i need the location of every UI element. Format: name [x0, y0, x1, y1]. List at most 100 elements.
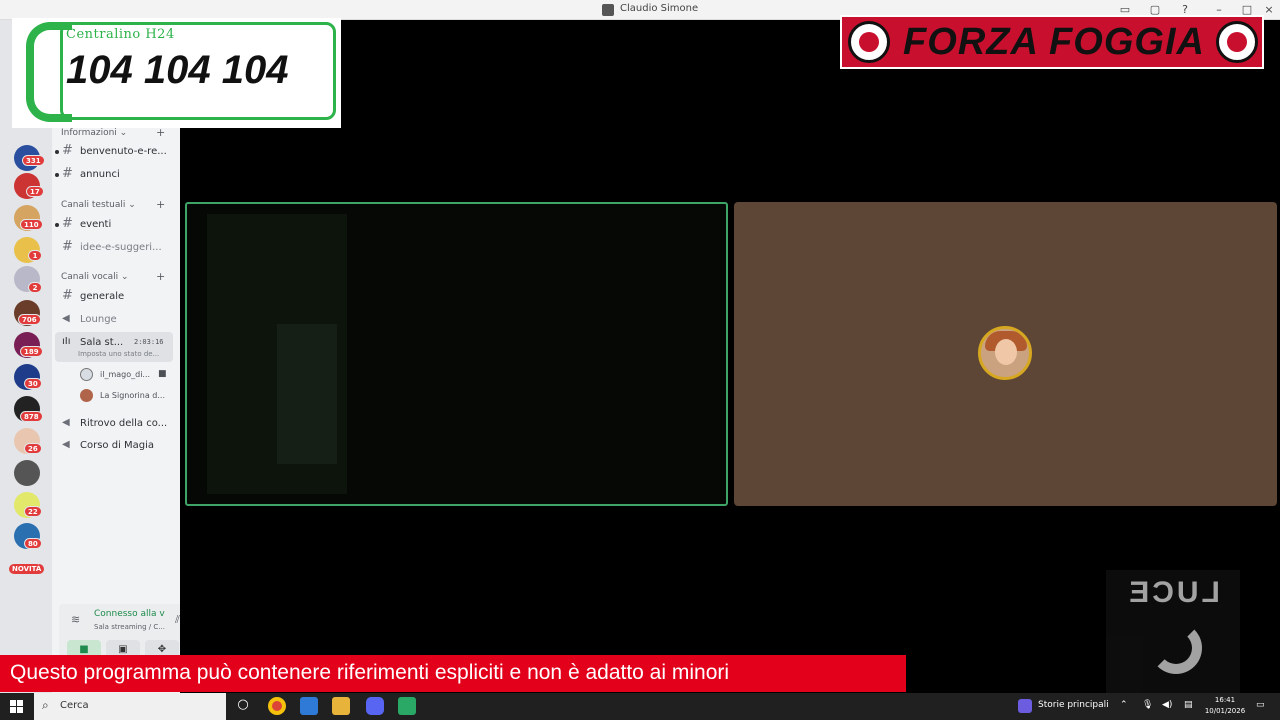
server-icon[interactable] [14, 460, 40, 486]
luce-text: LUCE [1126, 576, 1220, 609]
server-badge: 22 [24, 506, 42, 517]
category-informazioni[interactable]: Informazioni ⌄ [61, 128, 127, 138]
file-explorer-icon[interactable] [332, 697, 350, 715]
unread-dot [55, 173, 59, 177]
volume-icon[interactable]: ◀) [1162, 700, 1172, 710]
news-label[interactable]: Storie principali [1038, 700, 1109, 710]
signal-icon[interactable]: ≋ [71, 613, 80, 626]
avatar [80, 389, 93, 402]
participant-row[interactable]: La Signorina d... [80, 388, 170, 404]
warning-banner: Questo programma può contenere riferimen… [0, 655, 906, 692]
screen: Claudio Simone ▭ ▢ ? – □ × 331 17 110 1 … [0, 0, 1280, 720]
server-badge: 26 [24, 443, 42, 454]
channel-idee[interactable]: # idee-e-suggeri... [62, 239, 174, 257]
channel-eventi[interactable]: # eventi [55, 216, 174, 234]
forza-foggia-banner: FORZA FOGGIA [840, 15, 1264, 69]
close-button[interactable]: × [1262, 3, 1276, 17]
speaker-icon: ◀ [62, 417, 70, 428]
window-title: Claudio Simone [620, 3, 699, 14]
channel-benvenuto[interactable]: # benvenuto-e-re... [55, 143, 174, 161]
warning-text: Questo programma può contenere riferimen… [10, 661, 730, 684]
speaker-icon: ◀ [62, 439, 70, 450]
news-icon[interactable] [1018, 699, 1032, 713]
channel-lounge[interactable]: ◀ Lounge [62, 311, 174, 329]
taskbar-search[interactable]: ⌕ Cerca [34, 693, 226, 720]
moon-icon [1150, 622, 1202, 674]
participant-name: il_mago_di... [100, 370, 151, 379]
server-badge: 189 [20, 346, 43, 357]
hash-icon: # [62, 288, 73, 303]
chrome-icon[interactable] [268, 697, 286, 715]
novita-badge[interactable]: NOVITÀ [8, 563, 46, 575]
participant-avatar [978, 326, 1032, 380]
category-testuali[interactable]: Canali testuali ⌄ [61, 200, 136, 210]
channel-label: benvenuto-e-re... [80, 146, 167, 157]
task-view-icon[interactable]: ○ [234, 697, 252, 715]
crest-icon [848, 21, 890, 63]
participant-row[interactable]: il_mago_di... ■ [80, 367, 170, 383]
server-badge: 80 [24, 538, 42, 549]
hash-icon: # [62, 216, 73, 231]
crest-icon [1216, 21, 1258, 63]
server-badge: 878 [20, 411, 43, 422]
taskbar: ⌕ Cerca ○ Storie principali ⌃ 🎙 ◀) ▤ 16:… [0, 693, 1280, 720]
notification-icon[interactable]: ▭ [1256, 700, 1265, 710]
app-icon[interactable] [398, 697, 416, 715]
clock-date: 10/01/2026 [1204, 707, 1246, 715]
stage-icon: ıIı [62, 336, 71, 347]
channel-label: annunci [80, 169, 120, 180]
unread-dot [55, 150, 59, 154]
channel-label: Lounge [80, 314, 117, 325]
forza-foggia-text: FORZA FOGGIA [903, 21, 1205, 63]
channel-label: Ritrovo della co... [80, 418, 168, 429]
channel-corso[interactable]: ◀ Corso di Magia [62, 437, 174, 455]
video-feed-detail [277, 324, 337, 464]
search-icon: ⌕ [42, 698, 49, 712]
chevron-up-icon[interactable]: ⌃ [1120, 700, 1128, 710]
app-icon [602, 4, 614, 16]
add-channel-icon[interactable]: + [156, 198, 165, 211]
channel-label: eventi [80, 219, 112, 230]
outlook-icon[interactable] [300, 697, 318, 715]
clock-time: 16:41 [1214, 696, 1236, 704]
channel-ritrovo[interactable]: ◀ Ritrovo della co... [62, 415, 174, 433]
channel-label: idee-e-suggeri... [80, 242, 162, 253]
taskbar-clock[interactable]: 16:41 10/01/2026 [1200, 695, 1250, 717]
avatar-face [995, 339, 1017, 365]
windows-start-icon[interactable] [10, 700, 23, 713]
hash-icon: # [62, 143, 73, 158]
hash-icon: # [62, 239, 73, 254]
channel-generale[interactable]: # generale [62, 288, 174, 306]
phone-banner: Centralino H24 104 104 104 [12, 18, 341, 128]
server-badge: 17 [26, 186, 44, 197]
microphone-icon[interactable]: 🎙 [1142, 700, 1153, 710]
discord-icon[interactable] [366, 697, 384, 715]
luce-watermark: LUCE [1106, 570, 1240, 696]
server-badge: 1 [28, 250, 42, 261]
camera-icon: ■ [158, 369, 167, 379]
channel-annunci[interactable]: # annunci [55, 166, 174, 184]
add-channel-icon[interactable]: + [156, 270, 165, 283]
search-placeholder: Cerca [60, 700, 89, 711]
speaker-icon: ◀ [62, 313, 70, 324]
stream-timer: 2:03:16 [134, 338, 164, 346]
server-badge: 30 [24, 378, 42, 389]
server-badge: 706 [18, 314, 41, 325]
channel-label: Sala st... [80, 337, 124, 348]
server-badge: 331 [22, 155, 45, 166]
channel-label: generale [80, 291, 125, 302]
unread-dot [55, 223, 59, 227]
server-badge: 110 [20, 219, 43, 230]
hash-icon: # [62, 166, 73, 181]
channel-label: Corso di Magia [80, 440, 155, 451]
video-tile-avatar[interactable] [734, 202, 1277, 506]
category-vocali[interactable]: Canali vocali ⌄ [61, 272, 129, 282]
voice-location[interactable]: Sala streaming / C... [94, 623, 165, 631]
voice-status: Connesso alla v [94, 609, 165, 619]
channel-status[interactable]: Imposta uno stato de... [78, 350, 159, 358]
server-badge: 2 [28, 282, 42, 293]
network-icon[interactable]: ▤ [1184, 700, 1193, 710]
video-tile-speaking[interactable] [185, 202, 728, 506]
phone-label: Centralino H24 [66, 27, 175, 42]
participant-name: La Signorina d... [100, 391, 165, 400]
